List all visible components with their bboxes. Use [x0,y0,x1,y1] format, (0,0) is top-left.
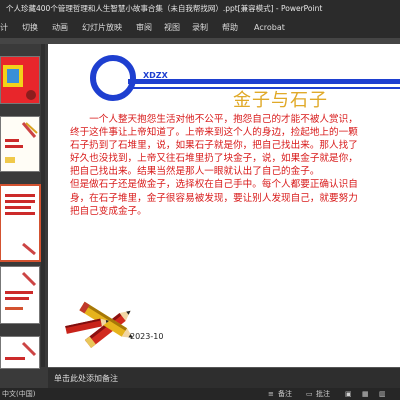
tab-review[interactable]: 审阅 [136,18,152,38]
normal-view-icon[interactable]: ▣ [345,388,352,400]
thumbnail-graphic [1,337,39,368]
slide-body: 一个人整天抱怨生活对他不公平，抱怨自己的才能不被人赏识，终于这件事让上帝知道了。… [70,113,360,218]
tab-transitions[interactable]: 切换 [22,18,38,38]
tab-view[interactable]: 视图 [164,18,180,38]
slide-sorter-icon[interactable]: ▦ [362,388,369,400]
slide-date: 2023-10 [130,332,164,341]
notes-placeholder: 单击此处添加备注 [54,374,118,383]
status-bar: 中文(中国) ≡ 备注 ▭ 批注 ▣ ▦ ▥ [0,388,400,400]
logo-text: XDZX [143,71,168,80]
slide-title: 金子与石子 [233,90,328,111]
tab-design[interactable]: 计 [0,18,8,38]
slide-thumbnail-selected[interactable] [0,184,41,262]
tab-animations[interactable]: 动画 [52,18,68,38]
slide-thumbnail[interactable] [0,56,40,104]
notes-pane[interactable]: 单击此处添加备注 [48,367,400,389]
window-title: 个人珍藏400个管理哲理和人生智慧小故事合集（未自我帮找网）.ppt[兼容模式]… [6,4,323,13]
body-paragraph: 但是做石子还是做金子，选择权在自己手中。每个人都要正确认识自身，在石子堆里，金子… [70,179,358,217]
notes-toggle-button[interactable]: 备注 [278,388,292,400]
slide-thumbnail[interactable] [0,266,40,324]
body-paragraph: 一个人整天抱怨生活对他不公平，抱怨自己的才能不被人赏识，终于这件事让上帝知道了。… [70,114,358,178]
comments-icon: ▭ [306,390,313,398]
language-indicator[interactable]: 中文(中国) [2,388,35,400]
thumbnail-graphic [1,267,39,323]
comments-toggle-button[interactable]: 批注 [316,388,330,400]
thumbnail-graphic [1,186,39,260]
reading-view-icon[interactable]: ▥ [379,388,386,400]
tab-record[interactable]: 录制 [192,18,208,38]
slide-thumbnail[interactable] [0,116,40,172]
thumbnail-graphic [1,117,39,171]
slide-canvas[interactable]: XDZX 金子与石子 一个人整天抱怨生活对他不公平，抱怨自己的才能不被人赏识，终… [48,44,400,367]
thumbnail-scrollbar[interactable] [41,44,45,367]
slide-thumbnail-pane [0,44,45,369]
thumbnail-graphic [1,57,39,103]
ribbon-tabs: 计 切换 动画 幻灯片放映 审阅 视图 录制 帮助 Acrobat [0,18,400,38]
slide-thumbnail[interactable] [0,336,40,369]
tab-help[interactable]: 帮助 [222,18,238,38]
title-bar: 个人珍藏400个管理哲理和人生智慧小故事合集（未自我帮找网）.ppt[兼容模式]… [0,0,400,18]
tab-acrobat[interactable]: Acrobat [254,18,285,38]
notes-icon: ≡ [268,390,274,398]
tab-slideshow[interactable]: 幻灯片放映 [82,18,122,38]
